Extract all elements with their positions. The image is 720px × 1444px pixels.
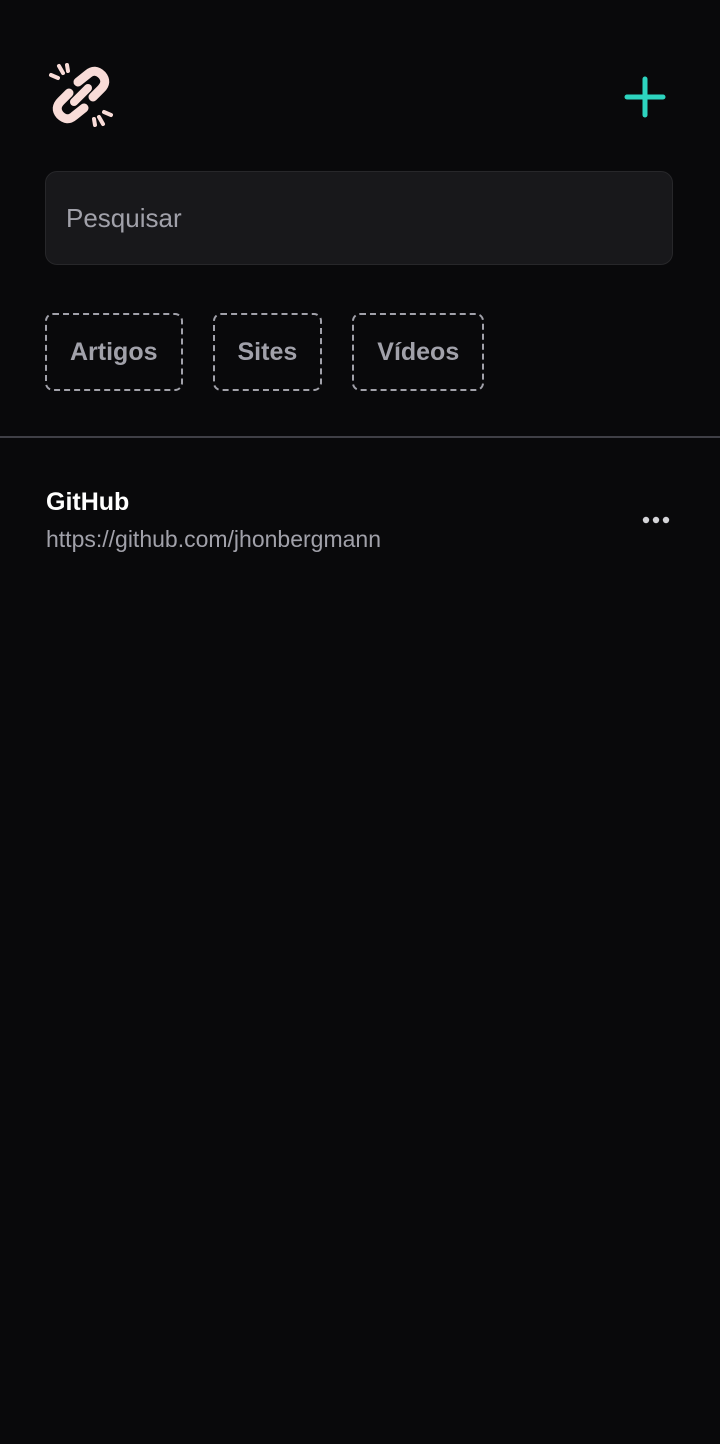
more-horizontal-icon [642, 516, 670, 524]
broken-link-icon [48, 62, 114, 128]
more-options-button[interactable] [634, 500, 678, 540]
link-url: https://github.com/jhonbergmann [46, 526, 381, 552]
search-input[interactable] [64, 201, 658, 235]
divider [0, 436, 720, 438]
header [0, 0, 720, 160]
add-link-button[interactable] [618, 70, 672, 124]
filter-chip-artigos[interactable]: Artigos [45, 313, 183, 391]
search-box[interactable] [45, 171, 673, 265]
plus-icon [624, 76, 666, 118]
list-item[interactable]: GitHub https://github.com/jhonbergmann [0, 470, 720, 570]
link-list: GitHub https://github.com/jhonbergmann [0, 470, 720, 570]
filter-chips: Artigos Sites Vídeos [45, 313, 485, 391]
filter-chip-sites[interactable]: Sites [212, 313, 323, 391]
app-screen: Artigos Sites Vídeos GitHub https://gith… [0, 0, 720, 1444]
filter-chip-videos[interactable]: Vídeos [352, 313, 485, 391]
link-title: GitHub [46, 488, 130, 516]
